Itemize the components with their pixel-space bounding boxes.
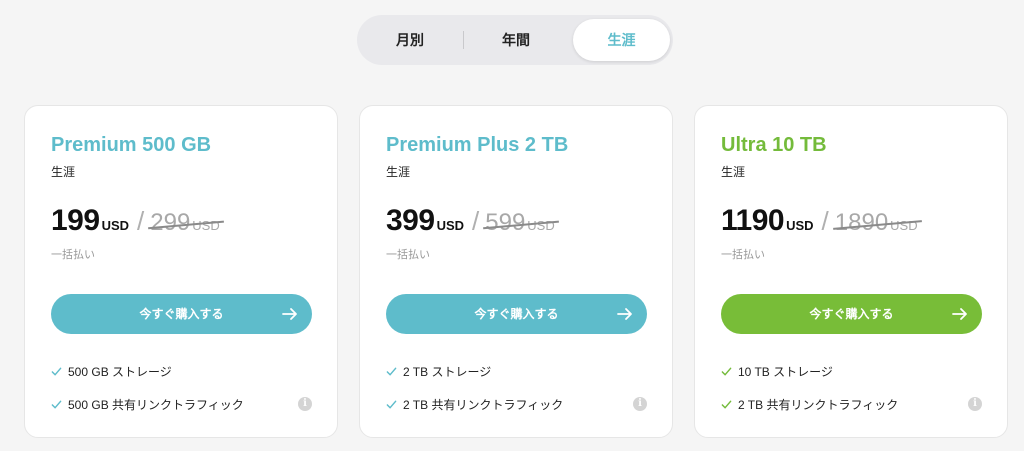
toggle-option-monthly[interactable]: 月別 <box>357 15 463 65</box>
plan-title: Premium 500 GB <box>51 134 212 156</box>
billing-period-toggle: 月別 年間 生涯 <box>357 15 673 65</box>
plan-card-premium-500gb: Premium 500 GB 生涯 199 USD / 299 USD 一括払い … <box>24 105 338 438</box>
payment-note: 一括払い <box>51 249 95 261</box>
check-icon <box>386 367 397 376</box>
plan-period: 生涯 <box>51 165 76 179</box>
buy-now-label: 今すぐ購入する <box>474 307 559 321</box>
buy-now-label: 今すぐ購入する <box>139 307 224 321</box>
old-price: 1890 USD <box>832 209 922 237</box>
feature-item: 2 TB 共有リンクトラフィック <box>721 396 898 413</box>
feature-item: 500 GB 共有リンクトラフィック <box>51 396 244 413</box>
payment-note: 一括払い <box>721 249 765 261</box>
check-icon <box>51 400 62 409</box>
price-separator: / <box>821 206 829 236</box>
price-block: 399 USD / 599 USD <box>386 204 559 238</box>
price-separator: / <box>137 206 145 236</box>
price-currency: USD <box>436 218 465 233</box>
feature-label: 10 TB ストレージ <box>738 365 833 379</box>
plan-period: 生涯 <box>386 165 411 179</box>
buy-now-label: 今すぐ購入する <box>809 307 894 321</box>
info-icon[interactable]: i <box>968 397 982 411</box>
info-icon[interactable]: i <box>633 397 647 411</box>
feature-item: 2 TB 共有リンクトラフィック <box>386 396 563 413</box>
check-icon <box>721 367 732 376</box>
toggle-option-lifetime[interactable]: 生涯 <box>573 19 670 61</box>
feature-label: 2 TB ストレージ <box>403 365 492 379</box>
old-price-currency: USD <box>192 218 220 233</box>
plan-card-ultra-10tb: Ultra 10 TB 生涯 1190 USD / 1890 USD 一括払い 今… <box>694 105 1008 438</box>
check-icon <box>51 367 62 376</box>
old-price-currency: USD <box>527 218 555 233</box>
toggle-option-yearly[interactable]: 年間 <box>463 15 569 65</box>
payment-note: 一括払い <box>386 249 430 261</box>
price-value: 399 <box>386 204 435 237</box>
plan-period: 生涯 <box>721 165 746 179</box>
check-icon <box>386 400 397 409</box>
buy-now-button[interactable]: 今すぐ購入する <box>721 294 982 334</box>
old-price-value: 299 <box>150 209 191 236</box>
old-price: 299 USD <box>148 209 224 237</box>
buy-now-button[interactable]: 今すぐ購入する <box>51 294 312 334</box>
feature-label: 2 TB 共有リンクトラフィック <box>403 398 564 412</box>
feature-item: 2 TB ストレージ <box>386 363 491 380</box>
old-price-value: 1890 <box>834 209 889 236</box>
feature-label: 500 GB 共有リンクトラフィック <box>68 398 244 412</box>
feature-item: 500 GB ストレージ <box>51 363 172 380</box>
price-value: 1190 <box>721 204 785 237</box>
info-icon[interactable]: i <box>298 397 312 411</box>
arrow-right-icon <box>282 308 297 320</box>
old-price-value: 599 <box>485 209 526 236</box>
price-block: 1190 USD / 1890 USD <box>721 204 922 238</box>
feature-label: 2 TB 共有リンクトラフィック <box>738 398 899 412</box>
price-currency: USD <box>786 218 814 233</box>
feature-label: 500 GB ストレージ <box>68 365 172 379</box>
plan-title: Premium Plus 2 TB <box>386 134 569 156</box>
buy-now-button[interactable]: 今すぐ購入する <box>386 294 647 334</box>
plan-title: Ultra 10 TB <box>721 134 827 156</box>
price-currency: USD <box>101 218 130 233</box>
plan-card-premium-plus-2tb: Premium Plus 2 TB 生涯 399 USD / 599 USD 一括… <box>359 105 673 438</box>
price-separator: / <box>472 206 480 236</box>
price-block: 199 USD / 299 USD <box>51 204 224 238</box>
feature-item: 10 TB ストレージ <box>721 363 833 380</box>
old-price: 599 USD <box>483 209 559 237</box>
check-icon <box>721 400 732 409</box>
arrow-right-icon <box>952 308 967 320</box>
arrow-right-icon <box>617 308 632 320</box>
price-value: 199 <box>51 204 100 237</box>
